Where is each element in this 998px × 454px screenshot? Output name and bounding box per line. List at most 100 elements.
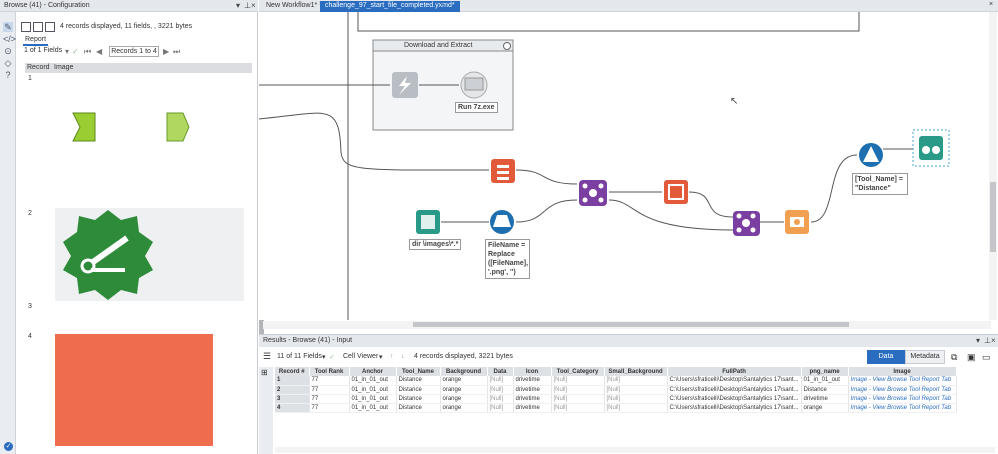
cell[interactable]: 77 [309, 394, 350, 404]
col-small-background[interactable]: Small_Background [604, 367, 668, 376]
cell[interactable]: drivetime [513, 403, 552, 413]
col-tool-rank[interactable]: Tool Rank [309, 367, 350, 376]
col-data[interactable]: Data [487, 367, 514, 376]
data-button[interactable]: Data [867, 350, 905, 364]
select-all-icon[interactable]: ⊞ [261, 368, 268, 377]
fields-dropdown[interactable]: 1 of 1 Fields [24, 47, 62, 54]
connection-icon[interactable]: ⊙ [3, 46, 13, 56]
table-row[interactable]: 3 77 01_in_01_out Distance orange [Null]… [275, 394, 957, 404]
prev-record-icon[interactable]: ◀ [96, 47, 102, 56]
cell[interactable]: [Null] [487, 385, 514, 395]
cell[interactable]: C:\Users\sfraticelli\Desktop\Santalytics… [667, 376, 802, 386]
fields-dropdown[interactable]: 11 of 11 Fields [277, 353, 322, 360]
canvas-vertical-scrollbar[interactable] [989, 12, 997, 320]
cell[interactable]: Distance [396, 403, 441, 413]
pin-icon[interactable]: ⊥ [984, 336, 991, 345]
cell[interactable]: C:\Users\sfraticelli\Desktop\Santalytics… [667, 403, 802, 413]
cell[interactable]: [Null] [551, 385, 605, 395]
cell[interactable]: Image - View Browse Tool Report Tab [848, 403, 957, 413]
check-icon[interactable]: ✓ [329, 353, 335, 361]
cell[interactable]: [Null] [551, 394, 605, 404]
workflow-canvas[interactable]: Download and Extract Run 7z.exe dir \ima… [259, 12, 991, 320]
dropdown-icon[interactable]: ▾ [976, 336, 980, 345]
layout-split-icon[interactable] [33, 22, 43, 32]
cell[interactable]: orange [440, 403, 488, 413]
col-anchor[interactable]: Anchor [349, 367, 397, 376]
cell[interactable]: [Null] [604, 394, 668, 404]
dropdown-chevron-icon[interactable]: ▾ [379, 353, 383, 361]
grid-icon[interactable]: ☰ [263, 351, 271, 362]
cell[interactable]: [Null] [551, 403, 605, 413]
sort-up-icon[interactable]: ↑ [390, 353, 394, 360]
window-icon[interactable]: ▭ [982, 352, 991, 363]
col-fullpath[interactable]: FullPath [667, 367, 802, 376]
cell[interactable]: orange [440, 385, 488, 395]
col-record-number[interactable]: Record # [275, 367, 310, 376]
tag-icon[interactable]: ◇ [3, 58, 13, 68]
col-tool-category[interactable]: Tool_Category [551, 367, 605, 376]
col-image[interactable]: Image [848, 367, 957, 376]
cell[interactable]: [Null] [604, 385, 668, 395]
cell[interactable]: drivetime [513, 376, 552, 386]
cell[interactable]: [Null] [487, 403, 514, 413]
metadata-button[interactable]: Metadata [905, 350, 945, 364]
cell[interactable]: 01_in_01_out [349, 376, 397, 386]
cell[interactable]: 3 [275, 394, 310, 404]
table-row[interactable]: 4 77 01_in_01_out Distance orange [Null]… [275, 403, 957, 413]
cell[interactable]: 77 [309, 376, 350, 386]
results-horizontal-scrollbar[interactable] [275, 447, 995, 453]
tab-report[interactable]: Report [23, 35, 49, 46]
layout-single-icon[interactable] [21, 22, 31, 32]
cell[interactable]: Distance [801, 385, 849, 395]
dropdown-chevron-icon[interactable]: ▾ [322, 353, 326, 361]
col-background[interactable]: Background [440, 367, 488, 376]
window-close-icon[interactable]: × [984, 0, 998, 11]
next-record-icon[interactable]: ▶ [163, 47, 169, 56]
close-icon[interactable]: × [251, 1, 256, 10]
cell[interactable]: 1 [275, 376, 310, 386]
cell[interactable]: 77 [309, 385, 350, 395]
dropdown-chevron-icon[interactable]: ▾ [65, 47, 69, 56]
cell[interactable]: drivetime [801, 394, 849, 404]
record-range-box[interactable]: Records 1 to 4 [109, 46, 159, 57]
cell[interactable]: orange [440, 376, 488, 386]
cell[interactable]: 01_in_01_out [349, 403, 397, 413]
cell[interactable]: [Null] [487, 394, 514, 404]
col-icon[interactable]: Icon [513, 367, 552, 376]
first-record-icon[interactable]: ⏮ [84, 47, 91, 57]
canvas-horizontal-scrollbar[interactable] [263, 321, 991, 329]
pin-icon[interactable]: ⊥ [244, 1, 251, 10]
cell[interactable]: orange [801, 403, 849, 413]
cell[interactable]: [Null] [551, 376, 605, 386]
cell[interactable]: drivetime [513, 385, 552, 395]
cell[interactable]: [Null] [604, 376, 668, 386]
table-row[interactable]: 2 77 01_in_01_out Distance orange [Null]… [275, 385, 957, 395]
cell[interactable]: Distance [396, 394, 441, 404]
browse-tool-icon[interactable]: ✎ [3, 22, 13, 32]
check-icon[interactable]: ✓ [72, 47, 79, 56]
layout-rows-icon[interactable] [45, 22, 55, 32]
dropdown-icon[interactable]: ▾ [236, 1, 240, 10]
cell[interactable]: 01_in_01_out [349, 394, 397, 404]
sort-down-icon[interactable]: ↓ [401, 353, 405, 360]
cell[interactable]: orange [440, 394, 488, 404]
table-row[interactable]: 1 77 01_in_01_out Distance orange [Null]… [275, 376, 957, 386]
cell[interactable]: 01_in_01_out [349, 385, 397, 395]
cell[interactable]: Distance [396, 376, 441, 386]
cell[interactable]: Image - View Browse Tool Report Tab [848, 394, 957, 404]
xml-icon[interactable]: </> [3, 34, 16, 44]
last-record-icon[interactable]: ⏭ [173, 47, 180, 57]
cell[interactable]: 77 [309, 403, 350, 413]
cell[interactable]: 2 [275, 385, 310, 395]
cell[interactable]: drivetime [513, 394, 552, 404]
cell[interactable]: C:\Users\sfraticelli\Desktop\Santalytics… [667, 385, 802, 395]
help-icon[interactable]: ? [3, 70, 13, 80]
cell[interactable]: 01_in_01_out [801, 376, 849, 386]
save-icon[interactable]: ▣ [967, 352, 976, 363]
cell[interactable]: C:\Users\sfraticelli\Desktop\Santalytics… [667, 394, 802, 404]
col-png-name[interactable]: png_name [801, 367, 849, 376]
cell-viewer-dropdown[interactable]: Cell Viewer [343, 353, 378, 360]
cell[interactable]: [Null] [487, 376, 514, 386]
cell[interactable]: Image - View Browse Tool Report Tab [848, 376, 957, 386]
col-tool-name[interactable]: Tool_Name [396, 367, 441, 376]
